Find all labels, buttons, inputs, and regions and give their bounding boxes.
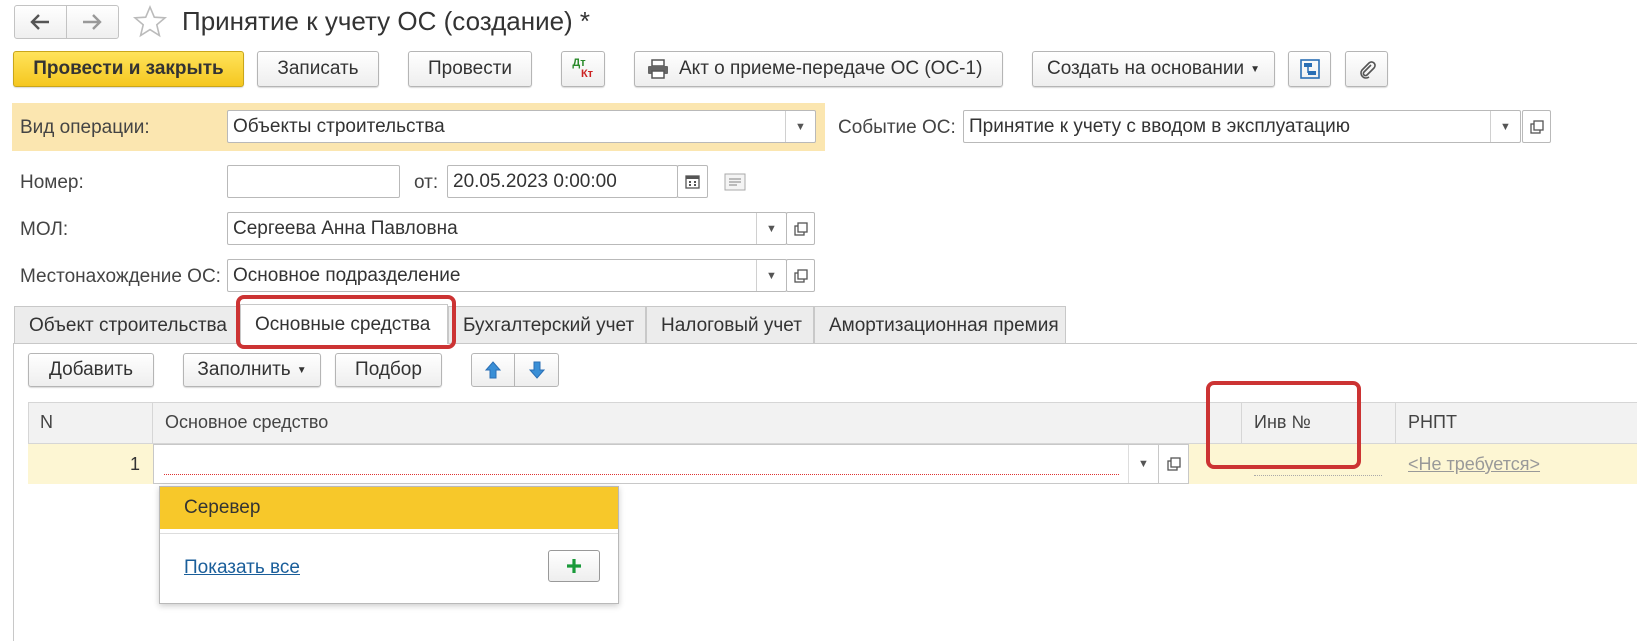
tab-accounting[interactable]: Бухгалтерский учет [448,306,646,344]
chevron-down-icon: ▼ [296,364,307,376]
date-value: 20.05.2023 0:00:00 [453,170,617,192]
kt-label: Кт [580,68,594,80]
row-number: 1 [130,454,141,474]
fill-button[interactable]: Заполнить ▼ [183,353,321,387]
column-header-asset[interactable]: Основное средство [165,412,328,433]
autocomplete-popup: Серевер Показать все [159,486,619,604]
plus-icon[interactable] [548,550,600,582]
arrow-right-icon[interactable] [67,6,119,38]
act-os1-button[interactable]: Акт о приеме-передаче ОС (ОС-1) [634,51,1003,87]
chevron-down-icon[interactable]: ▼ [785,111,815,142]
save-button[interactable]: Записать [257,51,379,87]
tab-fixed-assets[interactable]: Основные средства [240,304,448,344]
chevron-down-icon[interactable]: ▼ [756,213,786,244]
inv-cell[interactable] [1254,452,1382,476]
post-and-close-button[interactable]: Провести и закрыть [13,51,244,87]
dtkt-button[interactable]: Дт Кт [561,51,605,87]
column-divider [1395,402,1396,444]
operation-label: Вид операции: [20,117,150,138]
move-buttons-group [471,353,559,387]
add-button[interactable]: Добавить [28,353,154,387]
create-based-label: Создать на основании [1046,58,1245,79]
number-input[interactable] [227,165,400,198]
chevron-down-icon[interactable]: ▼ [756,260,786,291]
page-title: Принятие к учету ОС (создание) * [182,6,591,36]
event-label: Событие ОС: [838,117,956,138]
star-icon[interactable] [132,4,168,40]
fill-label: Заполнить [197,359,291,380]
operation-value: Объекты строительства [233,115,445,137]
tab-tax-accounting[interactable]: Налоговый учет [646,306,814,344]
tab-construction-object[interactable]: Объект строительства [14,306,240,344]
open-icon[interactable] [1522,110,1551,143]
nav-buttons-group [14,5,119,39]
paperclip-icon[interactable] [1345,51,1388,87]
column-divider [1241,402,1242,444]
comment-icon[interactable] [724,173,746,196]
event-value: Принятие к учету с вводом в эксплуатацию [969,115,1351,137]
arrow-up-icon[interactable] [472,354,516,386]
operation-select[interactable]: Объекты строительства ▼ [227,110,816,143]
column-divider [152,402,153,444]
location-select[interactable]: Основное подразделение ▼ [227,259,787,292]
act-os1-label: Акт о приеме-передаче ОС (ОС-1) [679,58,983,79]
create-based-button[interactable]: Создать на основании ▼ [1032,51,1275,87]
asset-input[interactable]: ▼ [153,444,1159,484]
required-underline [164,474,1119,475]
mol-label: МОЛ: [20,219,69,240]
open-icon[interactable] [786,259,815,292]
date-input[interactable]: 20.05.2023 0:00:00 [447,165,678,198]
structure-icon[interactable] [1288,51,1331,87]
column-header-n[interactable]: N [40,412,53,433]
chevron-down-icon: ▼ [1250,63,1261,75]
location-label: Местонахождение ОС: [20,266,221,287]
autocomplete-item[interactable]: Серевер [160,487,618,529]
printer-icon [647,59,669,79]
column-header-inv[interactable]: Инв № [1254,412,1311,433]
arrow-left-icon[interactable] [15,6,67,38]
show-all-link[interactable]: Показать все [184,557,300,579]
mol-select[interactable]: Сергеева Анна Павловна ▼ [227,212,787,245]
chevron-down-icon[interactable]: ▼ [1490,111,1520,142]
rnpt-link[interactable]: <Не требуется> [1408,454,1540,475]
divider [160,533,618,534]
number-label: Номер: [20,172,84,193]
post-button[interactable]: Провести [408,51,532,87]
open-icon[interactable] [1159,444,1189,484]
mol-value: Сергеева Анна Павловна [233,217,458,239]
date-label: от: [414,172,439,193]
column-header-rnpt[interactable]: РНПТ [1408,412,1457,433]
select-button[interactable]: Подбор [335,353,442,387]
calendar-icon[interactable] [677,165,708,198]
event-select[interactable]: Принятие к учету с вводом в эксплуатацию… [963,110,1521,143]
chevron-down-icon[interactable]: ▼ [1128,445,1158,483]
location-value: Основное подразделение [233,264,461,286]
arrow-down-icon[interactable] [515,354,558,386]
tab-depreciation-bonus[interactable]: Амортизационная премия [814,306,1066,344]
open-icon[interactable] [786,212,815,245]
